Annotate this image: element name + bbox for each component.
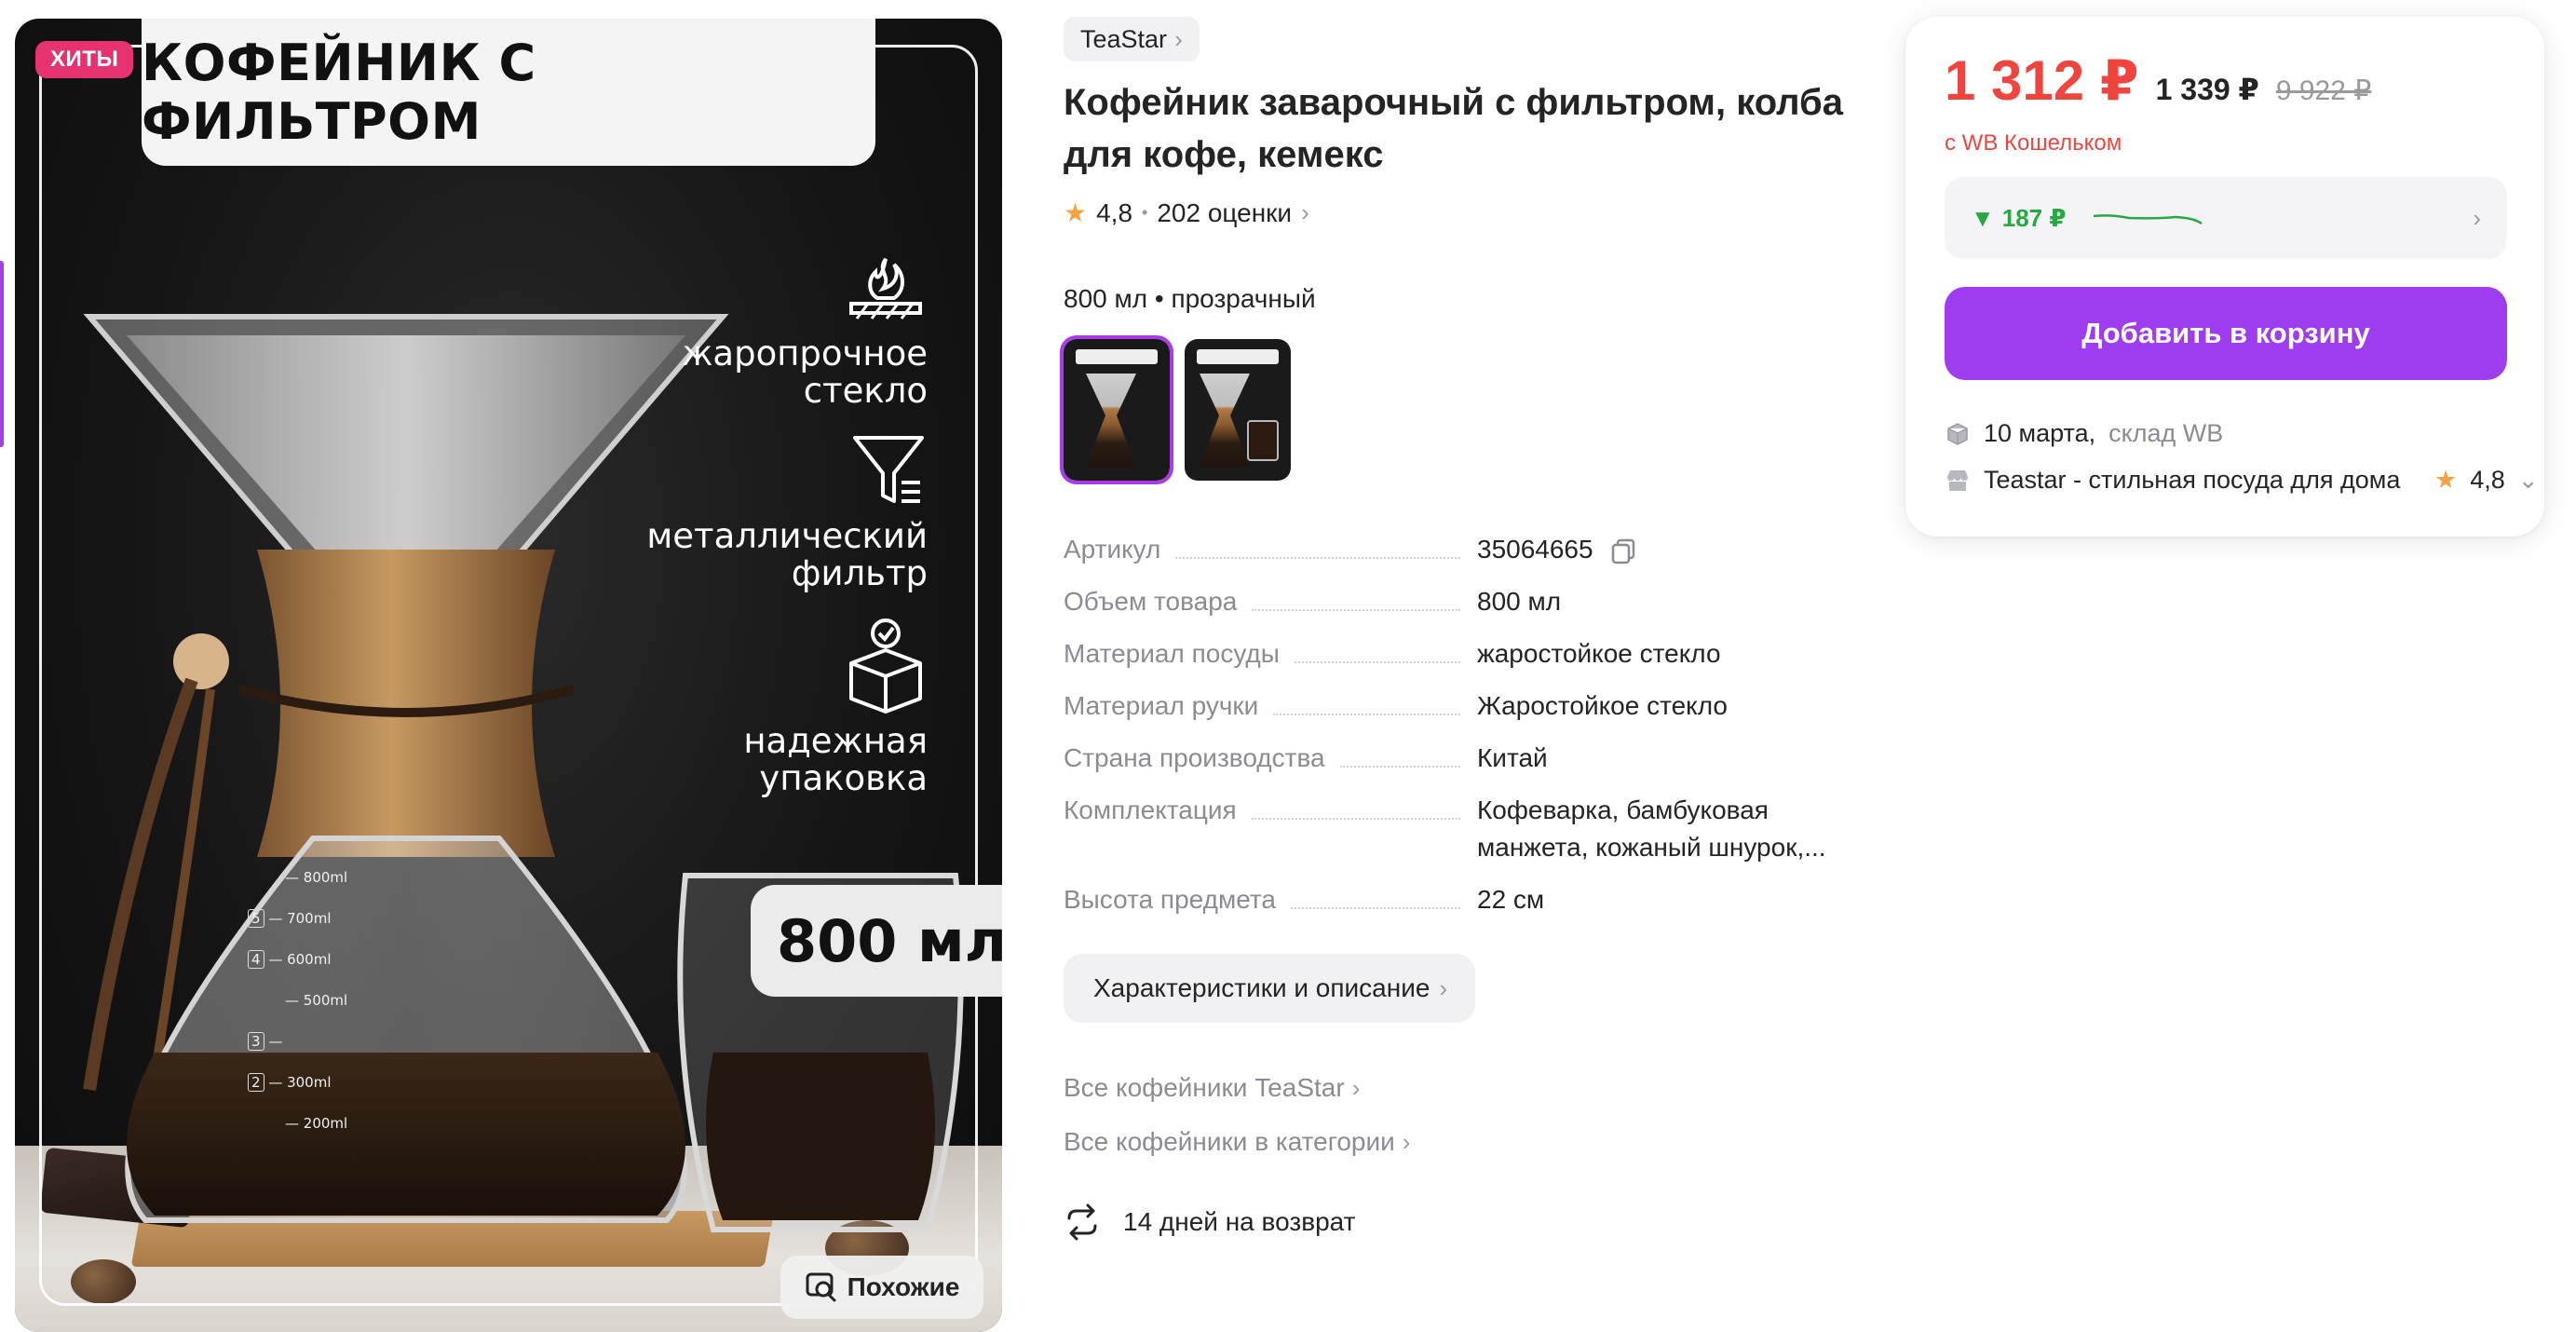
feature-text: жаропрочное	[682, 333, 928, 374]
image-search-icon	[806, 1272, 836, 1302]
chevron-down-icon: ⌄	[2517, 466, 2539, 494]
brand-name: TeaStar	[1080, 24, 1168, 53]
spec-value: Жаростойкое стекло	[1477, 691, 1728, 720]
reviews-count: 202 оценки	[1157, 197, 1293, 227]
spec-value: Кофеварка, бамбуковая манжета, кожаный ш…	[1477, 795, 1826, 862]
selected-variant: 800 мл • прозрачный	[1064, 284, 1316, 313]
spec-row: Материал ручки Жаростойкое стекло	[1064, 687, 1902, 740]
delivery-date: 10 марта,	[1984, 419, 2096, 447]
feature-heat-resistant: жаропрочное стекло	[592, 251, 928, 410]
spec-row: Объем товара 800 мл	[1064, 583, 1902, 635]
spec-row: Артикул 35064665	[1064, 531, 1902, 583]
product-page: — 800ml 5 — 700ml 4 — 600ml — 500ml 3 — …	[0, 0, 2576, 1332]
spec-label: Материал ручки	[1064, 691, 1259, 720]
article-number: 35064665	[1477, 535, 1593, 564]
spec-row: Страна производства Китай	[1064, 740, 1902, 792]
warehouse: склад WB	[2108, 419, 2224, 447]
return-policy[interactable]: 14 дней на возврат	[1064, 1203, 1355, 1241]
spec-label: Объем товара	[1064, 587, 1238, 616]
price-row: 1 312 ₽ 1 339 ₽ 9 922 ₽	[1945, 48, 2371, 114]
triangle-down-icon: ▼	[1971, 203, 1995, 232]
brand-link[interactable]: TeaStar ›	[1064, 17, 1200, 61]
price-regular: 1 339 ₽	[2155, 73, 2259, 106]
rating-value: 4,8	[1096, 197, 1133, 227]
seller-rating: 4,8	[2470, 466, 2505, 494]
variant-thumbnail[interactable]	[1185, 339, 1291, 481]
feature-text: надежная	[743, 721, 928, 761]
copy-icon[interactable]	[1609, 537, 1637, 565]
buy-card: 1 312 ₽ 1 339 ₽ 9 922 ₽ с WB Кошельком ▼…	[1905, 17, 2544, 537]
link-all-category-coffeepots[interactable]: Все кофейники в категории ›	[1064, 1127, 1410, 1157]
main-product-image[interactable]: — 800ml 5 — 700ml 4 — 600ml — 500ml 3 — …	[15, 19, 1002, 1332]
price-old: 9 922 ₽	[2275, 75, 2372, 106]
specs-table: Артикул 35064665 Объем товара 800 мл Мат…	[1064, 531, 1902, 933]
spec-label: Артикул	[1064, 535, 1161, 564]
chevron-right-icon: ›	[1439, 973, 1448, 1002]
spec-value: жаростойкое стекло	[1477, 639, 1721, 668]
spec-label: Страна производства	[1064, 743, 1325, 772]
feature-metal-filter: металлический фильтр	[592, 430, 928, 592]
funnel-filter-icon	[853, 436, 924, 503]
similar-button[interactable]: Похожие	[780, 1256, 983, 1319]
price-drop: ▼ 187 ₽	[1971, 204, 2066, 233]
seller-name: Teastar - стильная посуда для дома	[1984, 466, 2401, 494]
star-icon: ★	[2434, 466, 2458, 494]
price-wallet: 1 312 ₽	[1945, 49, 2139, 112]
chevron-right-icon: ›	[2473, 203, 2481, 232]
chevron-right-icon: ›	[1174, 24, 1183, 53]
feature-text: металлический	[646, 516, 928, 556]
rating-summary[interactable]: ★ 4,8 • 202 оценки ›	[1064, 197, 1309, 228]
return-policy-text: 14 дней на возврат	[1123, 1207, 1356, 1236]
seller-info[interactable]: Teastar - стильная посуда для дома ★ 4,8…	[1945, 466, 2539, 495]
feature-text: фильтр	[791, 552, 928, 593]
thumbnail-rail-indicator[interactable]	[0, 261, 4, 447]
shop-icon	[1947, 469, 1968, 491]
volume-label: 800 мл	[751, 885, 1002, 997]
wallet-note[interactable]: с WB Кошельком	[1945, 130, 2122, 156]
spec-label: Комплектация	[1064, 795, 1237, 824]
spec-value: Китай	[1477, 743, 1548, 772]
chevron-right-icon: ›	[1402, 1127, 1411, 1156]
return-arrows-icon	[1067, 1203, 1097, 1241]
similar-button-label: Похожие	[847, 1272, 960, 1301]
characteristics-button-label: Характеристики и описание	[1093, 973, 1430, 1002]
box-icon	[1947, 422, 1968, 445]
image-headline: КОФЕЙНИК С ФИЛЬТРОМ	[142, 19, 875, 166]
chevron-right-icon: ›	[1351, 1073, 1361, 1102]
price-sparkline	[2094, 214, 2203, 225]
characteristics-button[interactable]: Характеристики и описание ›	[1064, 954, 1476, 1023]
fire-resistant-icon	[849, 257, 922, 319]
delivery-info[interactable]: 10 марта, склад WB	[1945, 419, 2223, 448]
add-to-cart-button[interactable]: Добавить в корзину	[1945, 287, 2507, 380]
product-title: Кофейник заварочный с фильтром, колба дл…	[1064, 82, 1844, 175]
spec-value: 800 мл	[1477, 587, 1562, 616]
feature-text: упаковка	[759, 757, 928, 798]
spec-label: Высота предмета	[1064, 885, 1276, 914]
spec-value: 22 см	[1477, 885, 1545, 914]
star-icon: ★	[1064, 198, 1088, 227]
price-history-button[interactable]: ▼ 187 ₽ ›	[1945, 177, 2507, 259]
feature-text: стекло	[803, 370, 928, 411]
link-label: Все кофейники TeaStar	[1064, 1073, 1345, 1102]
feature-packaging: надежная упаковка	[592, 617, 928, 797]
variant-thumbnail-selected[interactable]	[1060, 335, 1173, 484]
link-label: Все кофейники в категории	[1064, 1127, 1395, 1156]
link-all-brand-coffeepots[interactable]: Все кофейники TeaStar ›	[1064, 1073, 1360, 1103]
chevron-right-icon: ›	[1301, 198, 1309, 226]
spec-row: Комплектация Кофеварка, бамбуковая манже…	[1064, 792, 1902, 881]
package-check-icon	[849, 618, 922, 714]
spec-row: Материал посуды жаростойкое стекло	[1064, 635, 1902, 687]
hits-badge: ХИТЫ	[35, 41, 134, 78]
price-drop-value: 187 ₽	[2001, 203, 2067, 232]
variant-thumbnails	[1060, 335, 1291, 484]
spec-label: Материал посуды	[1064, 639, 1280, 668]
spec-row: Высота предмета 22 см	[1064, 881, 1902, 933]
separator-dot: •	[1142, 203, 1148, 222]
